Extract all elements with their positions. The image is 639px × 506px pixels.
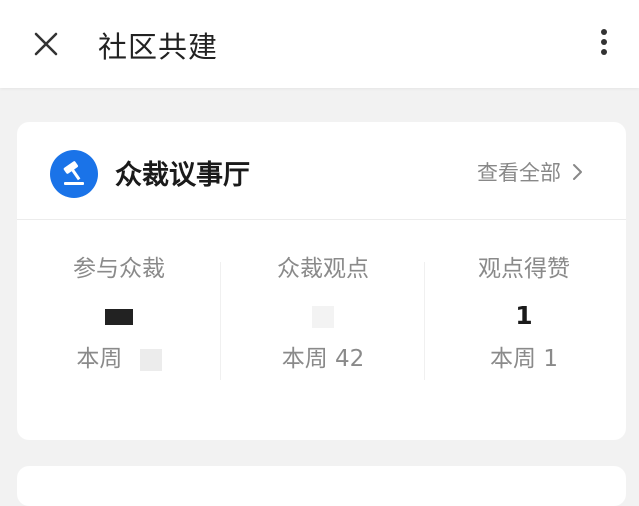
stat-value — [29, 298, 209, 334]
stat-label: 众裁观点 — [277, 256, 369, 282]
stat-week: 本周 — [29, 342, 209, 376]
next-card — [17, 466, 626, 506]
hall-card: 众裁议事厅 查看全部 参与众裁 本周 众裁观点 本周 42 观点得赞 1 本周 — [17, 122, 626, 440]
more-button[interactable] — [592, 26, 616, 62]
hall-title: 众裁议事厅 — [115, 160, 250, 191]
stat-label: 参与众裁 — [73, 256, 165, 282]
chevron-right-icon — [573, 164, 582, 180]
stat-week: 本周 1 — [490, 346, 558, 372]
stat-week: 本周 42 — [281, 346, 365, 372]
stat-opinions[interactable]: 众裁观点 本周 42 — [233, 252, 413, 376]
stat-participate[interactable]: 参与众裁 本周 — [29, 252, 209, 376]
view-all-label: 查看全部 — [477, 161, 561, 185]
stat-value: 1 — [515, 301, 533, 330]
stat-likes[interactable]: 观点得赞 1 本周 1 — [434, 252, 614, 376]
redacted-value — [139, 348, 162, 371]
top-bar: 社区共建 — [0, 0, 639, 88]
redacted-value — [105, 309, 133, 325]
hall-card-header: 众裁议事厅 查看全部 — [17, 122, 626, 220]
divider — [220, 262, 221, 380]
redacted-value — [312, 306, 334, 328]
divider — [424, 262, 425, 380]
close-icon — [34, 32, 58, 56]
close-button[interactable] — [30, 28, 62, 60]
stat-value — [233, 298, 413, 334]
stat-label: 观点得赞 — [478, 256, 570, 282]
page-title: 社区共建 — [98, 30, 219, 64]
view-all-link[interactable]: 查看全部 — [477, 157, 583, 187]
gavel-icon — [50, 150, 98, 198]
more-vertical-icon — [601, 29, 607, 35]
